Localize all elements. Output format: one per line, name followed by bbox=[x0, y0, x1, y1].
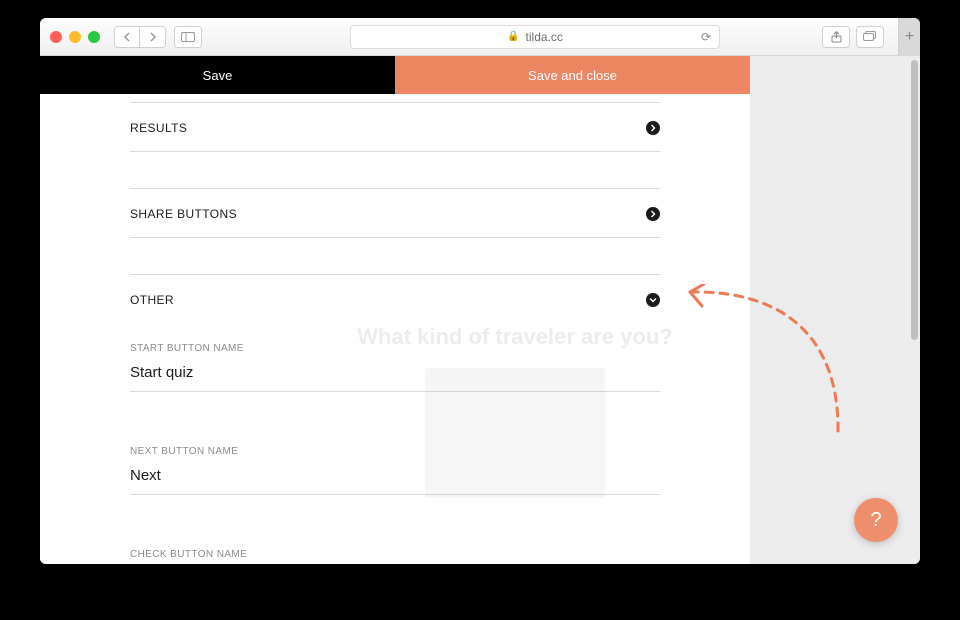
section-share-label: SHARE BUTTONS bbox=[130, 207, 237, 221]
next-button-input[interactable] bbox=[130, 467, 660, 495]
share-button[interactable] bbox=[822, 26, 850, 48]
scrollbar[interactable] bbox=[911, 60, 918, 340]
field-start-button: START BUTTON NAME bbox=[130, 343, 660, 392]
section-other[interactable]: OTHER bbox=[130, 274, 660, 323]
start-button-input[interactable] bbox=[130, 364, 660, 392]
arrow-right-icon bbox=[646, 207, 660, 221]
section-results-label: RESULTS bbox=[130, 121, 187, 135]
section-share-buttons[interactable]: SHARE BUTTONS bbox=[130, 188, 660, 238]
save-close-button[interactable]: Save and close bbox=[395, 56, 750, 94]
minimize-window-icon[interactable] bbox=[69, 31, 81, 43]
field-check-label: CHECK BUTTON NAME bbox=[130, 549, 660, 560]
forward-button[interactable] bbox=[140, 26, 166, 48]
tabs-button[interactable] bbox=[856, 26, 884, 48]
save-label: Save bbox=[203, 68, 233, 83]
field-check-button: CHECK BUTTON NAME bbox=[130, 549, 660, 564]
reload-icon[interactable]: ⟳ bbox=[701, 30, 711, 44]
address-bar[interactable]: 🔒 tilda.cc ⟳ bbox=[350, 25, 720, 49]
new-tab-button[interactable]: + bbox=[898, 18, 920, 56]
browser-toolbar: 🔒 tilda.cc ⟳ + bbox=[40, 18, 920, 56]
save-close-label: Save and close bbox=[528, 68, 617, 83]
save-button[interactable]: Save bbox=[40, 56, 395, 94]
close-window-icon[interactable] bbox=[50, 31, 62, 43]
field-start-label: START BUTTON NAME bbox=[130, 343, 660, 354]
sidebar-toggle-button[interactable] bbox=[174, 26, 202, 48]
nav-buttons bbox=[114, 26, 166, 48]
help-button[interactable]: ? bbox=[854, 498, 898, 542]
back-button[interactable] bbox=[114, 26, 140, 48]
url-host: tilda.cc bbox=[526, 30, 563, 44]
arrow-right-icon bbox=[646, 121, 660, 135]
section-other-label: OTHER bbox=[130, 293, 174, 307]
settings-panel: What kind of traveler are you? RESULTS S… bbox=[40, 94, 750, 564]
lock-icon: 🔒 bbox=[507, 31, 519, 42]
section-results[interactable]: RESULTS bbox=[130, 102, 660, 152]
browser-window: 🔒 tilda.cc ⟳ + Save Save and close bbox=[40, 18, 920, 564]
field-next-button: NEXT BUTTON NAME bbox=[130, 446, 660, 495]
field-next-label: NEXT BUTTON NAME bbox=[130, 446, 660, 457]
maximize-window-icon[interactable] bbox=[88, 31, 100, 43]
editor-action-bar: Save Save and close bbox=[40, 56, 750, 94]
arrow-down-icon bbox=[646, 293, 660, 307]
window-controls bbox=[50, 31, 100, 43]
help-label: ? bbox=[870, 509, 881, 532]
page-viewport: Save Save and close What kind of travele… bbox=[40, 56, 920, 564]
